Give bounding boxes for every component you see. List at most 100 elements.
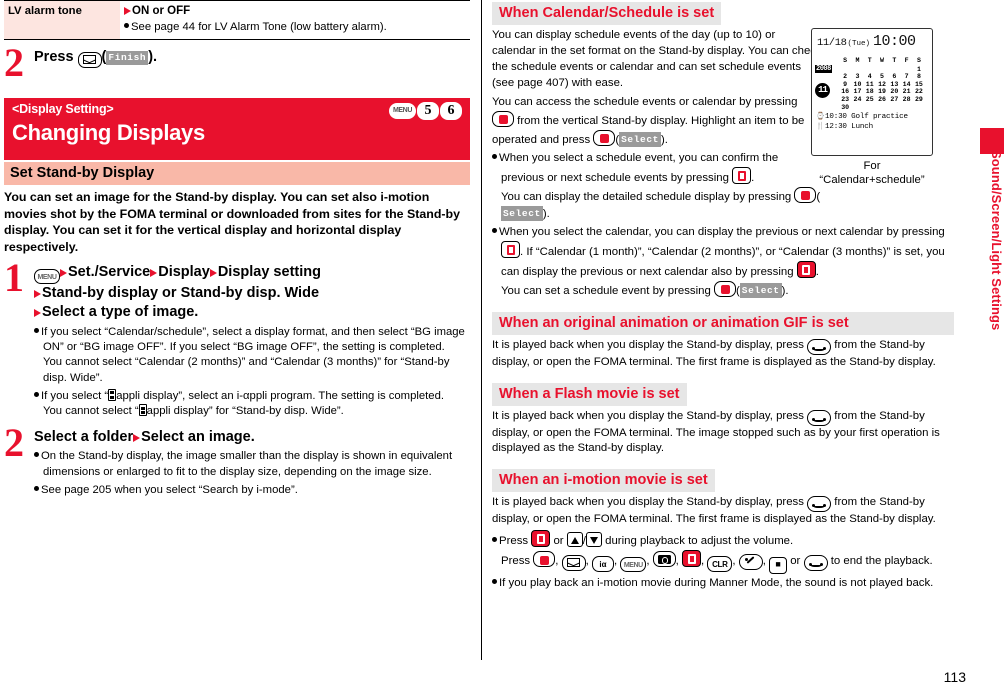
imotion-note-1-cont: Press , , iα, MENU, , , CLR, , ■ or to e… <box>492 550 954 575</box>
table-row-value: ON or OFF <box>124 4 466 19</box>
meal-icon: 🍴 <box>816 122 825 131</box>
calendar-year: 2008 <box>815 65 832 73</box>
right-column: When Calendar/Schedule is set You can di… <box>492 0 954 697</box>
schedule-event-row: 🍴 12:30 Lunch <box>815 123 929 131</box>
end-key-icon <box>807 409 832 426</box>
calendar-month: 11 <box>815 83 830 98</box>
navigation-key-highlighted-icon <box>682 550 702 568</box>
red-arrow-icon <box>34 309 41 318</box>
bullet-icon <box>492 153 497 159</box>
table-row: LV alarm tone ON or OFF See page 44 for … <box>4 0 470 40</box>
step-1-note-2: You cannot select “Calendar (2 months)” … <box>43 356 450 384</box>
calendar-week-row: 9 10 11 12 13 14 15 <box>843 80 923 88</box>
ok-key-icon <box>593 129 616 146</box>
red-arrow-icon <box>150 269 158 278</box>
flash-body: It is played back when you display the S… <box>492 409 940 455</box>
navigation-key-icon <box>732 166 752 184</box>
right-section-heading-flash: When a Flash movie is set <box>492 382 687 406</box>
bullet-icon <box>124 23 129 29</box>
bullet-icon <box>34 452 39 458</box>
menu-key-icon: MENU <box>389 103 416 120</box>
volume-up-key-icon <box>566 532 583 548</box>
step-press-finish: 2 Press (Finish). <box>4 40 470 86</box>
calendar-week-row: 16 17 18 19 20 21 22 <box>841 88 923 96</box>
settings-table: LV alarm tone ON or OFF See page 44 for … <box>4 0 470 41</box>
calendar-week-row: 2345678 <box>843 73 921 81</box>
imotion-note-2: If you play back an i-motion movie durin… <box>492 576 954 592</box>
end-key-icon <box>807 496 832 513</box>
phone-status-line: 11/18 (Tue) 10:00 <box>815 33 929 50</box>
softkey-label: Select <box>619 131 661 148</box>
send-key-icon <box>738 554 763 571</box>
number-key-6-icon: 6 <box>440 102 462 121</box>
red-arrow-icon <box>124 7 131 15</box>
softkey-label: Select <box>501 205 543 221</box>
step-2-note-1: On the Stand-by display, the image small… <box>34 449 470 480</box>
tv-key-icon: ■ <box>769 557 788 575</box>
navigation-key-icon <box>501 240 520 258</box>
side-tab-label: Sound/Screen/Light Settings <box>989 150 1004 331</box>
menu-key-icon: MENU <box>620 557 647 573</box>
step-2-note-2: See page 205 when you select “Search by … <box>34 483 470 498</box>
bullet-icon <box>492 537 497 543</box>
step-1: 1 MENU Set./Service Display Display setting… <box>4 255 470 419</box>
calendar-note-1: When you select a schedule event, you ca… <box>492 151 822 187</box>
phone-calendar: 2008 11 S M T W T F S 1 2 3 4 5 6 7 8 9 … <box>815 57 929 111</box>
phone-screen-figure: 11/18 (Tue) 10:00 2008 11 S M T W T F S … <box>806 28 938 187</box>
step-2-title: Select a folder Select an image. <box>34 428 255 445</box>
ok-key-icon <box>492 110 514 127</box>
softkey-label: Select <box>739 282 782 298</box>
step-1-line-3: Select a type of image. <box>34 303 470 322</box>
figure-caption-line-2: “Calendar+schedule” <box>819 174 925 187</box>
calendar-week-row: 30 <box>841 103 850 111</box>
softkey-label: Finish <box>106 51 149 66</box>
navigation-key-highlighted-icon <box>796 260 816 278</box>
bullet-icon <box>492 579 497 585</box>
right-section-heading-calendar: When Calendar/Schedule is set <box>492 2 722 25</box>
event-title: Lunch <box>851 123 873 132</box>
clear-key-icon: CLR <box>707 556 733 573</box>
banner-key-sequence: MENU 5 6 <box>389 102 462 121</box>
phone-clock: 10:00 <box>873 33 916 50</box>
animation-body: It is played back when you display the S… <box>492 338 936 368</box>
page-number: 113 <box>943 669 966 685</box>
phone-date: 11/18 <box>817 37 847 49</box>
right-section-heading-animation: When an original animation or animation … <box>492 311 954 335</box>
event-title: Golf practice <box>851 113 908 122</box>
ok-key-icon <box>794 186 817 203</box>
column-divider <box>481 0 482 660</box>
camera-key-icon <box>652 551 676 568</box>
step-1-note-4: You cannot select “appli display” for “S… <box>43 404 344 418</box>
step-number: 2 <box>4 40 24 86</box>
section-heading: Set Stand-by Display <box>4 162 470 186</box>
red-arrow-icon <box>209 269 217 278</box>
calendar-week-row: 1 <box>916 65 921 73</box>
step-1-line-2: Stand-by display or Stand-by disp. Wide <box>34 284 470 303</box>
step-1-note-3: If you select “appli display”, select an… <box>34 389 470 404</box>
banner-title: Changing Displays <box>12 120 205 146</box>
phone-day-of-week: (Tue) <box>847 40 871 48</box>
chapter-banner: <Display Setting> Changing Displays MENU… <box>4 98 470 161</box>
table-row-label: LV alarm tone <box>4 0 120 40</box>
schedule-event-row: ⌚ 10:30 Golf practice <box>815 113 929 121</box>
end-key-icon <box>803 555 828 572</box>
calendar-note-2: When you select the calendar, you can di… <box>492 225 954 281</box>
imotion-note-1: Press or / during playback to adjust the… <box>492 530 954 550</box>
calendar-note-2-cont: You can set a schedule event by pressing… <box>492 280 954 300</box>
ok-key-icon <box>714 280 736 297</box>
section-lead-text: You can set an image for the Stand-by di… <box>4 190 460 254</box>
volume-down-key-icon <box>585 532 602 548</box>
bullet-icon <box>492 227 497 233</box>
red-arrow-icon <box>133 433 141 442</box>
phone-screen: 11/18 (Tue) 10:00 2008 11 S M T W T F S … <box>811 28 933 156</box>
chapter-side-tab: Sound/Screen/Light Settings <box>980 0 1004 697</box>
step-number: 1 <box>4 255 24 301</box>
iappli-icon <box>108 389 117 402</box>
mail-key-icon <box>77 52 102 69</box>
calendar-weekday-headers: S M T W T F S <box>843 57 921 64</box>
right-section-heading-imotion: When an i-motion movie is set <box>492 469 715 493</box>
imotion-body: It is played back when you display the S… <box>492 496 936 526</box>
ok-key-icon <box>533 551 556 568</box>
bullet-icon <box>34 392 39 398</box>
mail-key-icon <box>561 555 586 572</box>
